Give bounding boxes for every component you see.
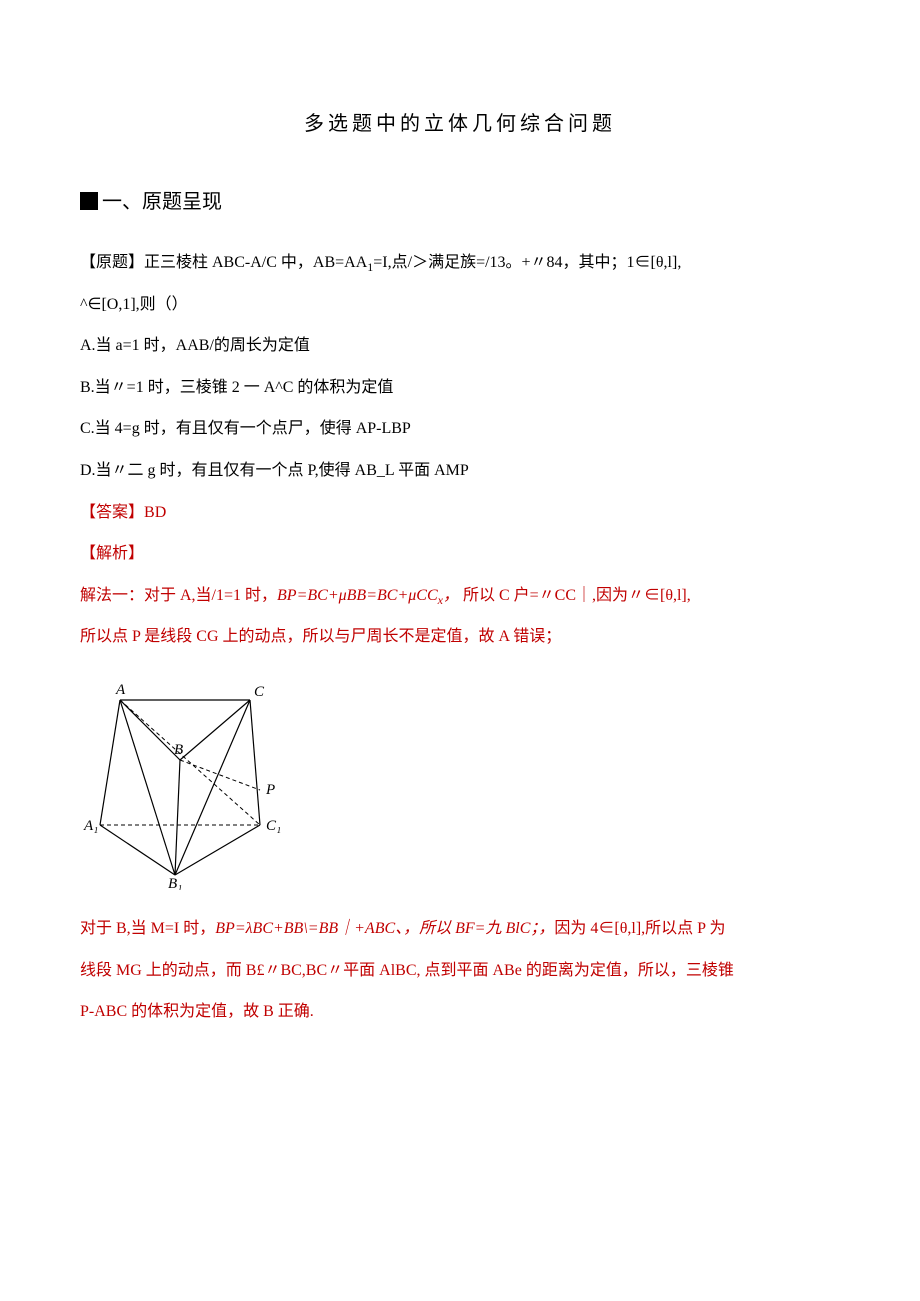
sol-b-l1a: 对于 B,当 M=I 时， [80, 920, 215, 937]
answer-label: 【答案】 [80, 504, 144, 521]
analysis-label: 【解析】 [80, 533, 840, 575]
solution-a-line1: 解法一：对于 A,当/1=1 时，BP=BC+μBB=BC+μCCx， 所以 C… [80, 575, 840, 617]
section-heading: 一、原题呈现 [80, 178, 840, 226]
answer-line: 【答案】BD [80, 492, 840, 534]
label-P: P [265, 782, 275, 798]
option-a: A.当 a=1 时，AAB/的周长为定值 [80, 325, 840, 367]
problem-line-1b: =I,点/＞满足族=/13。+〃84，其中；1∈[θ,l], [373, 254, 681, 271]
problem-line-1a: 【原题】正三棱柱 ABC-A/C 中，AB=AA [80, 254, 367, 271]
answer-value: BD [144, 504, 166, 521]
sol-a-l1a: 解法一：对于 A,当/1=1 时， [80, 587, 277, 604]
option-d: D.当〃二 g 时，有且仅有一个点 P,使得 AB_L 平面 AMP [80, 450, 840, 492]
label-A: A [115, 682, 126, 698]
section-label: 一、原题呈现 [102, 191, 222, 213]
label-B: B [174, 742, 183, 758]
label-A1: A₁ [83, 818, 98, 834]
square-bullet-icon [80, 192, 98, 210]
sol-a-l1c: ， [443, 587, 459, 604]
option-b: B.当〃=1 时，三棱锥 2 一 A^C 的体积为定值 [80, 367, 840, 409]
sol-b-l1b: BP=λBC+BB\=BB｜+ABC、，所以 BF=九 BlC；， [215, 920, 554, 937]
sol-a-l2: 所以点 P 是线段 CG 上的动点，所以与尸周长不是定值，故 A 错误； [80, 628, 561, 645]
sol-b-l1c: 因为 4∈[θ,l],所以点 P 为 [554, 920, 725, 937]
solution-a-line2: 所以点 P 是线段 CG 上的动点，所以与尸周长不是定值，故 A 错误； [80, 616, 840, 658]
label-B1: B₁ [168, 876, 182, 890]
sol-a-l1d: 所以 C 户=〃CC｜,因为〃∈[θ,l], [459, 587, 691, 604]
problem-line-1: 【原题】正三棱柱 ABC-A/C 中，AB=AA1=I,点/＞满足族=/13。+… [80, 242, 840, 284]
prism-svg-icon: A C B P A₁ C₁ B₁ [80, 670, 300, 890]
label-C1: C₁ [266, 818, 281, 834]
prism-diagram: A C B P A₁ C₁ B₁ [80, 670, 840, 890]
solution-b-line2: 线段 MG 上的动点，而 B£〃BC,BC〃平面 AlBC, 点到平面 ABe … [80, 950, 840, 992]
problem-line-2: ^∈[O,1],则（） [80, 284, 840, 326]
solution-b-line3: P-ABC 的体积为定值，故 B 正确. [80, 991, 840, 1033]
solution-b-line1: 对于 B,当 M=I 时，BP=λBC+BB\=BB｜+ABC、，所以 BF=九… [80, 908, 840, 950]
page-title: 多选题中的立体几何综合问题 [80, 100, 840, 148]
label-C: C [254, 684, 265, 700]
option-c: C.当 4=g 时，有且仅有一个点尸，使得 AP-LBP [80, 408, 840, 450]
sol-a-l1b: BP=BC+μBB=BC+μCC [277, 587, 438, 604]
